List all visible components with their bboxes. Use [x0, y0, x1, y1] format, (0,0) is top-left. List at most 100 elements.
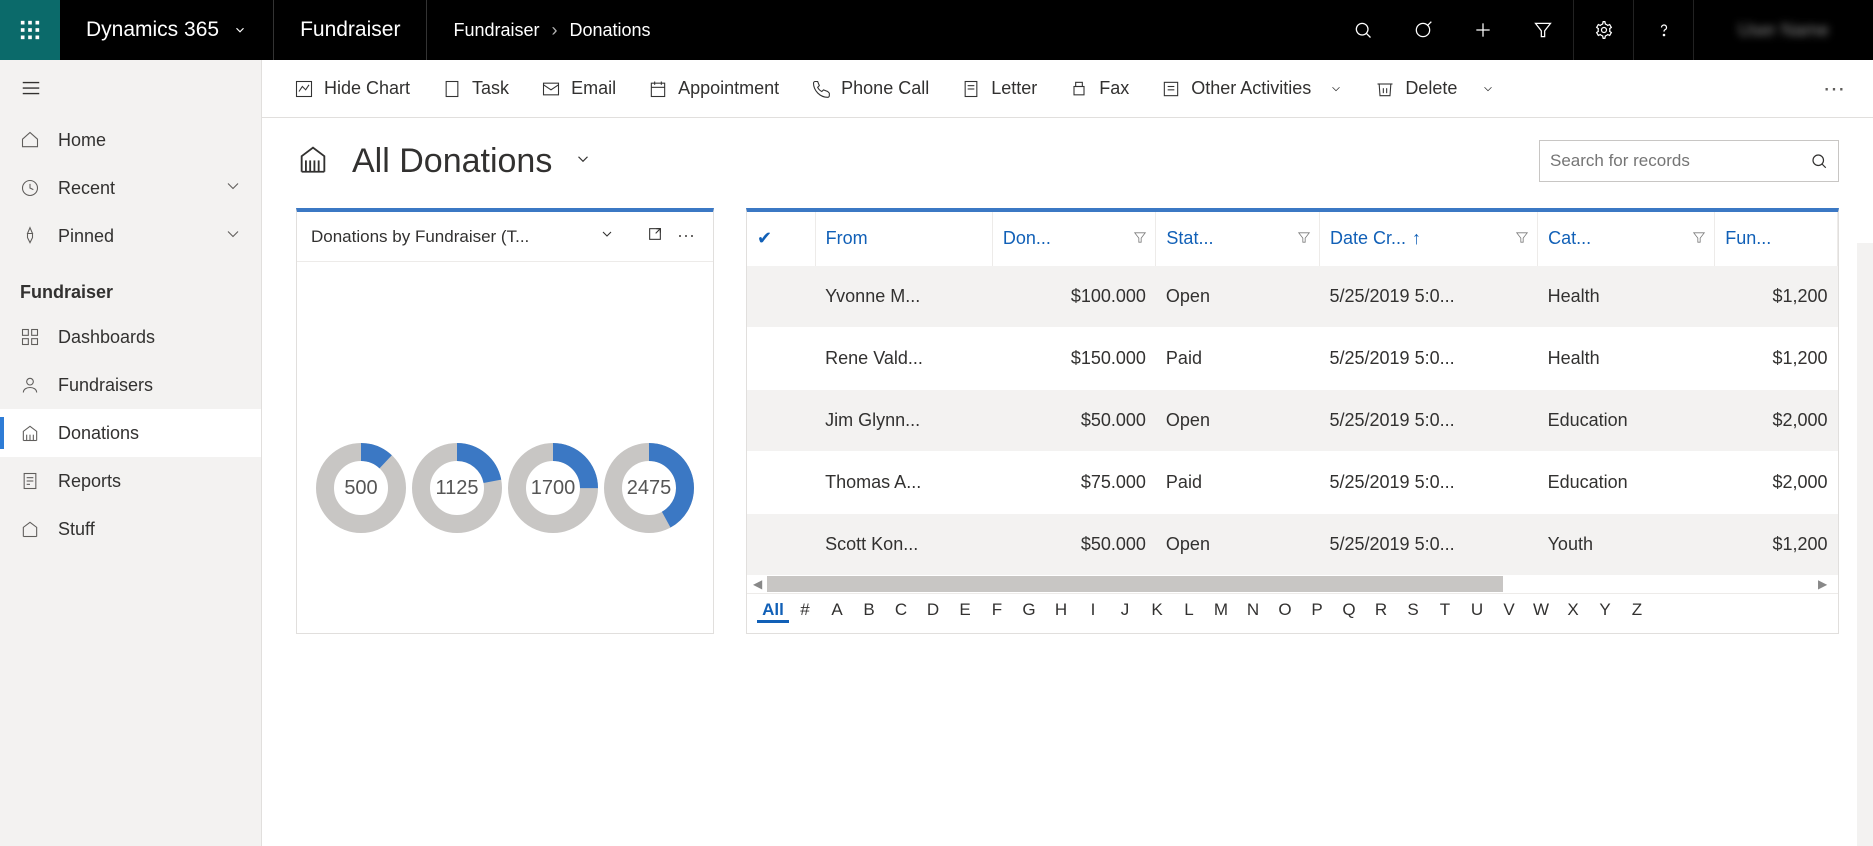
cmd-hide-chart[interactable]: Hide Chart — [280, 60, 424, 118]
nav-pinned[interactable]: Pinned — [0, 212, 261, 260]
alpha-E[interactable]: E — [949, 600, 981, 623]
breadcrumb-root[interactable]: Fundraiser — [453, 20, 539, 41]
alpha-M[interactable]: M — [1205, 600, 1237, 623]
alpha-F[interactable]: F — [981, 600, 1013, 623]
alpha-A[interactable]: A — [821, 600, 853, 623]
col-select-all[interactable]: ✔ — [747, 212, 815, 266]
search-box[interactable] — [1539, 140, 1839, 182]
add-icon[interactable] — [1453, 0, 1513, 60]
cmd-other-activities[interactable]: Other Activities — [1147, 60, 1357, 118]
table-row[interactable]: Rene Vald...$150.000Paid5/25/2019 5:0...… — [747, 328, 1838, 390]
alpha-J[interactable]: J — [1109, 600, 1141, 623]
alpha-W[interactable]: W — [1525, 600, 1557, 623]
filter-icon[interactable] — [1513, 0, 1573, 60]
nav-reports[interactable]: Reports — [0, 457, 261, 505]
alpha-K[interactable]: K — [1141, 600, 1173, 623]
alpha-R[interactable]: R — [1365, 600, 1397, 623]
col-date[interactable]: Date Cr... — [1319, 212, 1537, 266]
nav-stuff[interactable]: Stuff — [0, 505, 261, 553]
chart-expand-icon[interactable] — [647, 226, 663, 247]
alpha-N[interactable]: N — [1237, 600, 1269, 623]
table-row[interactable]: Scott Kon...$50.000Open5/25/2019 5:0...Y… — [747, 514, 1838, 576]
alpha-C[interactable]: C — [885, 600, 917, 623]
alpha-D[interactable]: D — [917, 600, 949, 623]
col-donation[interactable]: Don... — [992, 212, 1156, 266]
cmd-task[interactable]: Task — [428, 60, 523, 118]
alpha-U[interactable]: U — [1461, 600, 1493, 623]
brand-switcher[interactable]: Dynamics 365 — [60, 0, 274, 60]
alpha-O[interactable]: O — [1269, 600, 1301, 623]
search-input[interactable] — [1550, 151, 1810, 171]
chart-title[interactable]: Donations by Fundraiser (T... — [311, 227, 589, 247]
donut-chart[interactable]: 500 — [315, 442, 407, 534]
nav-recent[interactable]: Recent — [0, 164, 261, 212]
alpha-X[interactable]: X — [1557, 600, 1589, 623]
filter-icon[interactable] — [1133, 228, 1147, 249]
settings-icon[interactable] — [1573, 0, 1633, 60]
waffle-menu[interactable] — [0, 0, 60, 60]
alpha-All[interactable]: All — [757, 600, 789, 623]
scroll-right-icon[interactable]: ▶ — [1818, 577, 1832, 591]
alpha-I[interactable]: I — [1077, 600, 1109, 623]
cmd-fax[interactable]: Fax — [1055, 60, 1143, 118]
alpha-B[interactable]: B — [853, 600, 885, 623]
nav-home-label: Home — [58, 130, 106, 151]
chart-more-icon[interactable]: ⋯ — [673, 226, 699, 247]
alpha-G[interactable]: G — [1013, 600, 1045, 623]
filter-icon[interactable] — [1515, 228, 1529, 249]
cmd-task-label: Task — [472, 78, 509, 99]
table-row[interactable]: Thomas A...$75.000Paid5/25/2019 5:0...Ed… — [747, 452, 1838, 514]
cmd-letter-label: Letter — [991, 78, 1037, 99]
app-name[interactable]: Fundraiser — [274, 0, 427, 60]
col-from[interactable]: From — [815, 212, 992, 266]
alpha-V[interactable]: V — [1493, 600, 1525, 623]
help-icon[interactable] — [1633, 0, 1693, 60]
vertical-scrollbar[interactable] — [1857, 243, 1873, 846]
sidebar-toggle[interactable] — [0, 60, 261, 116]
filter-icon[interactable] — [1297, 228, 1311, 249]
alpha-L[interactable]: L — [1173, 600, 1205, 623]
col-category[interactable]: Cat... — [1538, 212, 1715, 266]
cmd-email[interactable]: Email — [527, 60, 630, 118]
alpha-Q[interactable]: Q — [1333, 600, 1365, 623]
col-fundraiser[interactable]: Fun... — [1715, 212, 1838, 266]
donut-chart[interactable]: 1125 — [411, 442, 503, 534]
horizontal-scrollbar[interactable]: ◀ ▶ — [747, 575, 1838, 593]
app-label: Fundraiser — [300, 18, 400, 42]
alpha-Y[interactable]: Y — [1589, 600, 1621, 623]
cmd-fax-label: Fax — [1099, 78, 1129, 99]
search-icon[interactable] — [1333, 0, 1393, 60]
table-row[interactable]: Yvonne M...$100.000Open5/25/2019 5:0...H… — [747, 266, 1838, 328]
alpha-T[interactable]: T — [1429, 600, 1461, 623]
nav-donations[interactable]: Donations — [0, 409, 261, 457]
table-row[interactable]: Jim Glynn...$50.000Open5/25/2019 5:0...E… — [747, 390, 1838, 452]
cmd-overflow[interactable]: ⋯ — [1813, 60, 1855, 118]
alpha-S[interactable]: S — [1397, 600, 1429, 623]
nav-fundraisers[interactable]: Fundraisers — [0, 361, 261, 409]
donut-chart[interactable]: 2475 — [603, 442, 695, 534]
nav-home[interactable]: Home — [0, 116, 261, 164]
cmd-phone[interactable]: Phone Call — [797, 60, 943, 118]
alpha-#[interactable]: # — [789, 600, 821, 623]
view-header: All Donations — [262, 118, 1873, 196]
alpha-H[interactable]: H — [1045, 600, 1077, 623]
nav-dashboards[interactable]: Dashboards — [0, 313, 261, 361]
view-title[interactable]: All Donations — [352, 142, 552, 181]
alpha-Z[interactable]: Z — [1621, 600, 1653, 623]
breadcrumb-current: Donations — [570, 20, 651, 41]
cmd-delete-chevron[interactable] — [1475, 60, 1501, 118]
user-menu[interactable]: User Name — [1693, 0, 1873, 60]
alpha-P[interactable]: P — [1301, 600, 1333, 623]
scroll-left-icon[interactable]: ◀ — [753, 577, 767, 591]
filter-icon[interactable] — [1692, 228, 1706, 249]
cmd-letter[interactable]: Letter — [947, 60, 1051, 118]
view-selector-chevron[interactable] — [574, 150, 592, 173]
cmd-delete[interactable]: Delete — [1361, 60, 1471, 118]
donut-chart[interactable]: 1700 — [507, 442, 599, 534]
chart-chevron-icon[interactable] — [599, 226, 615, 247]
cmd-appointment[interactable]: Appointment — [634, 60, 793, 118]
col-status[interactable]: Stat... — [1156, 212, 1320, 266]
task-flow-icon[interactable] — [1393, 0, 1453, 60]
search-icon[interactable] — [1810, 152, 1828, 170]
cmd-appointment-label: Appointment — [678, 78, 779, 99]
